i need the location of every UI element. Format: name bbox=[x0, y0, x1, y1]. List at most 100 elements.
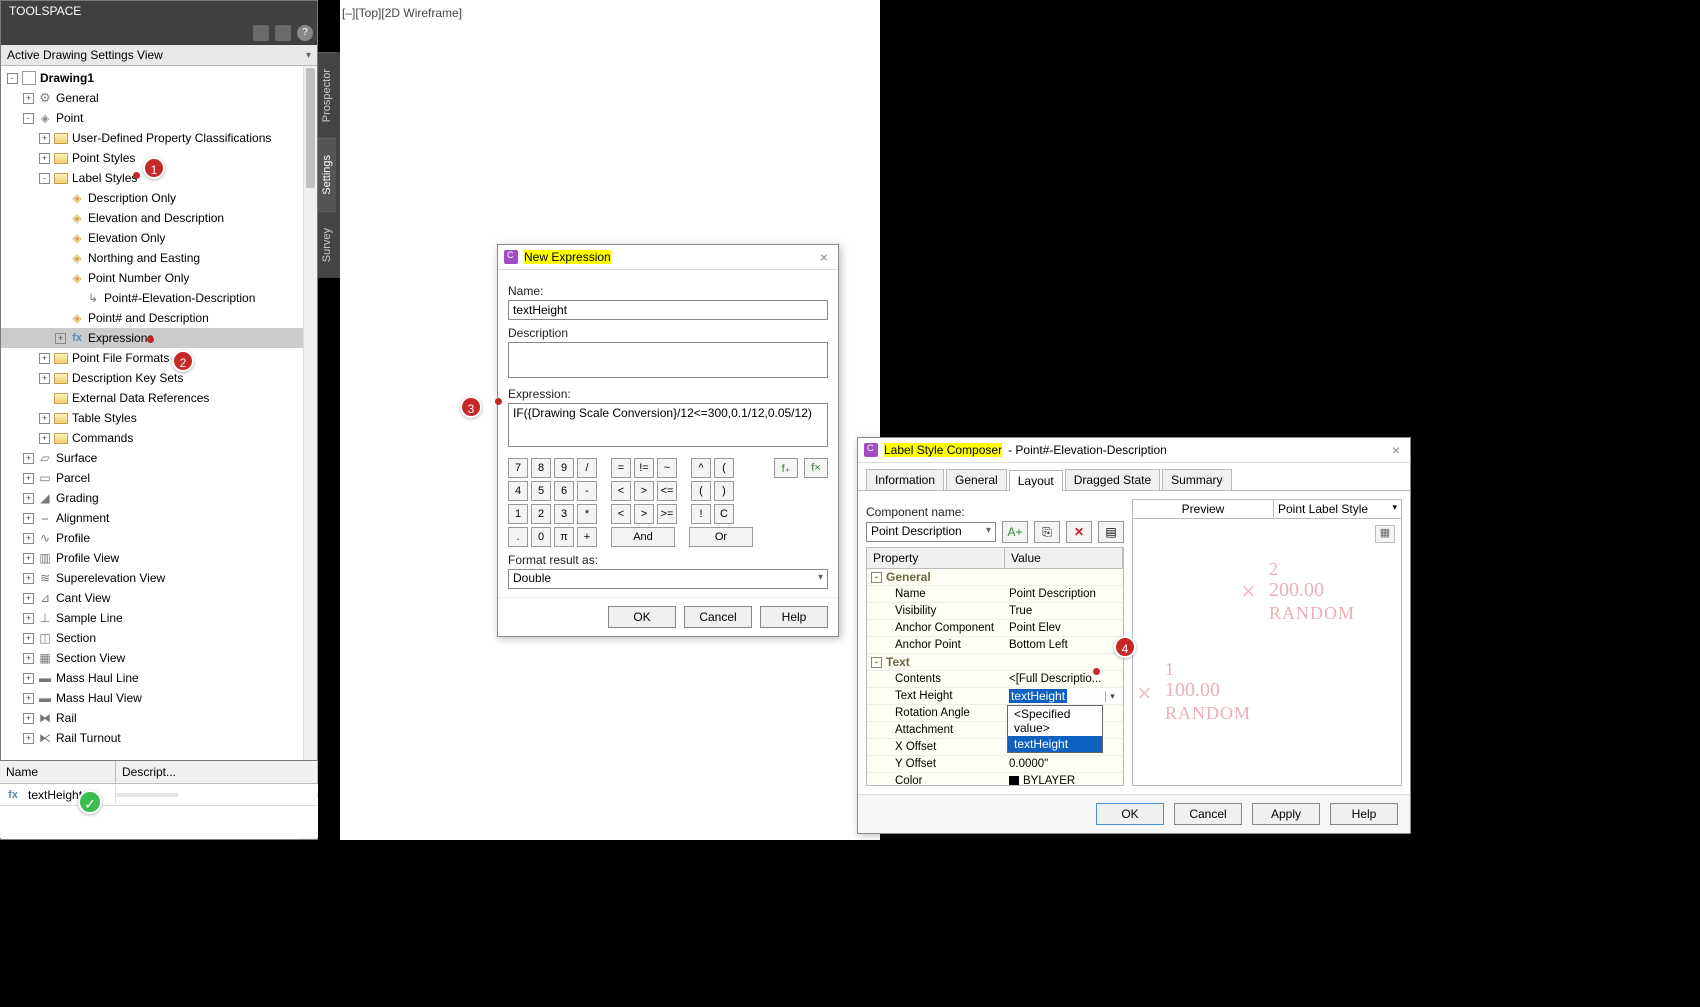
calc-btn[interactable]: 9 bbox=[554, 458, 574, 478]
node-surface[interactable]: +▱Surface bbox=[1, 448, 317, 468]
calc-btn[interactable]: = bbox=[611, 458, 631, 478]
node-rail[interactable]: +⧓Rail bbox=[1, 708, 317, 728]
view-header[interactable]: Active Drawing Settings View ▾ bbox=[1, 45, 317, 66]
apply-button[interactable]: Apply bbox=[1252, 803, 1320, 825]
text-height-dropdown[interactable]: <Specified value>textHeight bbox=[1007, 705, 1103, 753]
calc-fn-btn[interactable]: f× bbox=[804, 458, 828, 478]
expand-icon[interactable]: + bbox=[23, 533, 34, 544]
table-row[interactable]: fxtextHeight bbox=[0, 784, 318, 806]
collapse-icon[interactable]: - bbox=[871, 657, 882, 668]
toolbar-icon-2[interactable] bbox=[275, 25, 291, 41]
drawing-root[interactable]: -Drawing1 bbox=[1, 68, 317, 88]
prop-value[interactable]: 0.0000" bbox=[1005, 758, 1123, 770]
toolbar-icon-1[interactable] bbox=[253, 25, 269, 41]
calc-btn[interactable]: ( bbox=[691, 481, 711, 501]
calc-btn[interactable]: <= bbox=[657, 481, 677, 501]
node-dks[interactable]: +Description Key Sets bbox=[1, 368, 317, 388]
calc-btn[interactable]: 1 bbox=[508, 504, 528, 524]
node-section[interactable]: +◫Section bbox=[1, 628, 317, 648]
copy-component-icon[interactable]: ⎘ bbox=[1034, 521, 1060, 543]
calc-btn[interactable]: π bbox=[554, 527, 574, 547]
node-pff[interactable]: +Point File Formats bbox=[1, 348, 317, 368]
node-profile[interactable]: +∿Profile bbox=[1, 528, 317, 548]
calc-btn[interactable]: >= bbox=[657, 504, 677, 524]
expand-icon[interactable]: + bbox=[39, 153, 50, 164]
node-grading[interactable]: +◢Grading bbox=[1, 488, 317, 508]
prop-value[interactable]: BYLAYER bbox=[1005, 775, 1123, 786]
expand-icon[interactable]: + bbox=[23, 733, 34, 744]
expand-icon[interactable]: + bbox=[23, 93, 34, 104]
calc-btn[interactable]: + bbox=[577, 527, 597, 547]
prop-row[interactable]: VisibilityTrue bbox=[867, 603, 1123, 620]
prop-value[interactable]: Point Elev bbox=[1005, 622, 1123, 634]
calc-btn[interactable]: 8 bbox=[531, 458, 551, 478]
dropdown-item[interactable]: <Specified value> bbox=[1008, 706, 1102, 736]
ls-pn-desc[interactable]: ◈Point# and Description bbox=[1, 308, 317, 328]
dropdown-icon[interactable]: ▾ bbox=[1105, 691, 1119, 702]
tab-settings[interactable]: Settings bbox=[318, 138, 336, 211]
ls-desc-only[interactable]: ◈Description Only bbox=[1, 188, 317, 208]
node-point[interactable]: -◈Point bbox=[1, 108, 317, 128]
node-table-styles[interactable]: +Table Styles bbox=[1, 408, 317, 428]
col-name[interactable]: Name bbox=[0, 761, 116, 783]
prop-row[interactable]: Y Offset0.0000" bbox=[867, 756, 1123, 773]
dropdown-item[interactable]: textHeight bbox=[1008, 736, 1102, 752]
preview-settings-icon[interactable]: ▦ bbox=[1375, 525, 1395, 543]
prop-row[interactable]: Contents<[Full Descriptio... bbox=[867, 671, 1123, 688]
help-button[interactable]: Help bbox=[760, 606, 828, 628]
name-input[interactable] bbox=[508, 300, 828, 320]
expand-icon[interactable]: + bbox=[39, 433, 50, 444]
tab-information[interactable]: Information bbox=[866, 469, 944, 490]
calc-btn[interactable]: / bbox=[577, 458, 597, 478]
format-select[interactable]: Double bbox=[508, 569, 828, 589]
calc-btn[interactable]: < bbox=[611, 481, 631, 501]
close-icon[interactable]: × bbox=[1388, 442, 1404, 458]
expand-icon[interactable]: + bbox=[39, 353, 50, 364]
expand-icon[interactable]: + bbox=[23, 513, 34, 524]
calc-btn[interactable]: 5 bbox=[531, 481, 551, 501]
prop-row[interactable]: NamePoint Description bbox=[867, 586, 1123, 603]
calc-btn[interactable]: 4 bbox=[508, 481, 528, 501]
expand-icon[interactable]: + bbox=[23, 553, 34, 564]
expr-input[interactable] bbox=[508, 403, 828, 447]
expand-icon[interactable]: + bbox=[23, 673, 34, 684]
node-expressions[interactable]: +fxExpressions bbox=[1, 328, 317, 348]
prop-row[interactable]: Text HeighttextHeight▾ bbox=[867, 688, 1123, 705]
node-profile-view[interactable]: +▥Profile View bbox=[1, 548, 317, 568]
expand-icon[interactable]: + bbox=[39, 373, 50, 384]
prop-value[interactable]: <[Full Descriptio... bbox=[1005, 673, 1123, 685]
node-sample-line[interactable]: +⊥Sample Line bbox=[1, 608, 317, 628]
calc-fn-btn[interactable]: f₊ bbox=[774, 458, 798, 478]
calc-btn[interactable]: 2 bbox=[531, 504, 551, 524]
tab-general[interactable]: General bbox=[946, 469, 1007, 490]
ls-north-east[interactable]: ◈Northing and Easting bbox=[1, 248, 317, 268]
node-edr[interactable]: External Data References bbox=[1, 388, 317, 408]
tab-prospector[interactable]: Prospector bbox=[318, 52, 336, 138]
expand-icon[interactable]: + bbox=[23, 613, 34, 624]
help-button[interactable]: Help bbox=[1330, 803, 1398, 825]
tree-scrollbar[interactable] bbox=[303, 66, 317, 839]
expand-icon[interactable]: + bbox=[23, 573, 34, 584]
property-grid[interactable]: Property Value -GeneralNamePoint Descrip… bbox=[866, 547, 1124, 786]
expand-icon[interactable]: - bbox=[39, 173, 50, 184]
node-general[interactable]: +⚙General bbox=[1, 88, 317, 108]
prop-row[interactable]: Anchor PointBottom Left bbox=[867, 637, 1123, 654]
help-icon[interactable]: ? bbox=[297, 25, 313, 41]
tab-survey[interactable]: Survey bbox=[318, 211, 336, 278]
expand-icon[interactable]: + bbox=[55, 333, 66, 344]
prop-value[interactable]: True bbox=[1005, 605, 1123, 617]
cancel-button[interactable]: Cancel bbox=[684, 606, 752, 628]
settings-tree[interactable]: -Drawing1+⚙General-◈Point+User-Defined P… bbox=[1, 66, 317, 839]
ls-elev-only[interactable]: ◈Elevation Only bbox=[1, 228, 317, 248]
calc-btn[interactable]: ! bbox=[691, 504, 711, 524]
node-mh-line[interactable]: +▬Mass Haul Line bbox=[1, 668, 317, 688]
prop-value[interactable]: Bottom Left bbox=[1005, 639, 1123, 651]
expand-icon[interactable]: - bbox=[23, 113, 34, 124]
calc-btn[interactable]: 3 bbox=[554, 504, 574, 524]
expand-icon[interactable]: + bbox=[23, 713, 34, 724]
dialog-titlebar[interactable]: New Expression × bbox=[498, 245, 838, 270]
calc-btn[interactable]: - bbox=[577, 481, 597, 501]
prop-value[interactable]: Point Description bbox=[1005, 588, 1123, 600]
calc-btn[interactable]: > bbox=[634, 481, 654, 501]
preview-style-select[interactable]: Point Label Style bbox=[1273, 500, 1401, 518]
